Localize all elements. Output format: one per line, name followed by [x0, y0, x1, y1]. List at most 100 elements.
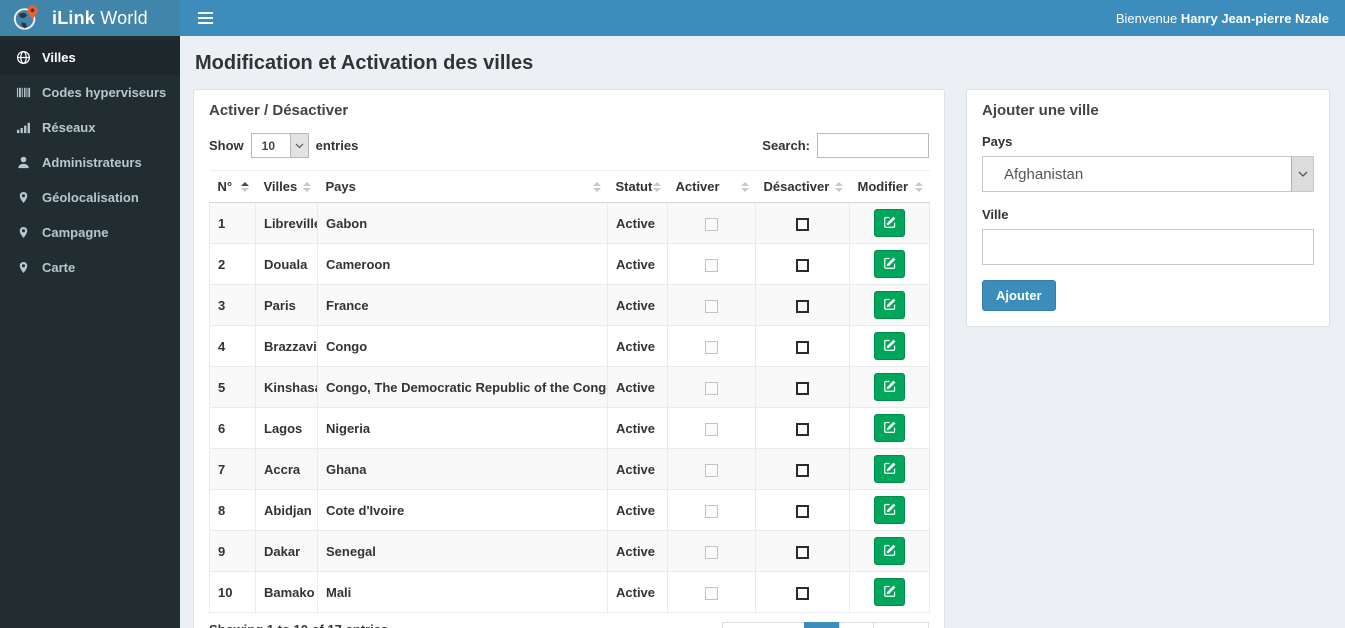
edit-icon [883, 543, 897, 560]
pagination-page-2[interactable]: 2 [838, 622, 874, 628]
sidebar-item-villes[interactable]: Villes [0, 40, 180, 75]
panel-title: Ajouter une ville [982, 102, 1099, 119]
top-navbar: iLink World Bienvenue Hanry Jean-pierre … [0, 0, 1345, 36]
cell-pays: Nigeria [317, 407, 608, 449]
sidebar-item-campagne[interactable]: Campagne [0, 215, 180, 250]
edit-button[interactable] [874, 373, 905, 401]
edit-icon [883, 215, 897, 232]
ajouter-button[interactable]: Ajouter [982, 280, 1056, 311]
edit-button[interactable] [874, 291, 905, 319]
column-header-desactiver[interactable]: Désactiver [755, 170, 850, 203]
entries-per-page-select[interactable]: 10 [251, 134, 290, 157]
table-row: 8 Abidjan Cote d'Ivoire Active [209, 489, 930, 531]
desactiver-checkbox[interactable] [796, 217, 809, 231]
edit-button[interactable] [874, 250, 905, 278]
sidebar-item-label: Réseaux [42, 120, 96, 135]
pagination-page-1[interactable]: 1 [804, 622, 840, 628]
table-header-row: N° Villes Pays Statut Activer Désactiver Modif… [209, 170, 930, 203]
sidebar-item-label: Codes hyperviseurs [42, 85, 167, 100]
sidebar-item-geolocalisation[interactable]: Géolocalisation [0, 180, 180, 215]
cell-ville: Dakar [255, 530, 318, 572]
sidebar-item-label: Géolocalisation [42, 190, 139, 205]
edit-button[interactable] [874, 496, 905, 524]
search-input[interactable] [817, 133, 929, 158]
sidebar-item-carte[interactable]: Carte [0, 250, 180, 285]
activer-checkbox [705, 340, 718, 354]
cell-num: 2 [209, 243, 256, 285]
desactiver-checkbox[interactable] [796, 545, 809, 559]
table-row: 10 Bamako Mali Active [209, 571, 930, 613]
sidebar-item-reseaux[interactable]: Réseaux [0, 110, 180, 145]
cell-desactiver [755, 284, 850, 326]
cell-ville: Kinshasa [255, 366, 318, 408]
sort-icon [240, 181, 249, 192]
map-marker-icon [15, 260, 31, 275]
desactiver-checkbox[interactable] [796, 422, 809, 436]
column-header-activer[interactable]: Activer [667, 170, 756, 203]
edit-button[interactable] [874, 455, 905, 483]
column-label: Désactiver [763, 179, 830, 194]
sidebar-item-administrateurs[interactable]: Administrateurs [0, 145, 180, 180]
cell-desactiver [755, 243, 850, 285]
edit-icon [883, 420, 897, 437]
edit-button[interactable] [874, 537, 905, 565]
user-icon [15, 155, 31, 170]
cell-statut: Active [607, 530, 668, 572]
chevron-down-icon [1291, 157, 1313, 191]
desactiver-checkbox[interactable] [796, 463, 809, 477]
edit-icon [883, 379, 897, 396]
desactiver-checkbox[interactable] [796, 258, 809, 272]
column-header-villes[interactable]: Villes [255, 170, 318, 203]
cell-ville: Libreville [255, 202, 318, 244]
edit-button[interactable] [874, 332, 905, 360]
edit-button[interactable] [874, 578, 905, 606]
ville-input[interactable] [982, 229, 1314, 265]
cell-activer [667, 530, 756, 572]
desactiver-checkbox[interactable] [796, 381, 809, 395]
activer-checkbox [705, 504, 718, 518]
cell-pays: Cote d'Ivoire [317, 489, 608, 531]
desactiver-checkbox[interactable] [796, 504, 809, 518]
desactiver-checkbox[interactable] [796, 586, 809, 600]
cell-pays: Mali [317, 571, 608, 613]
search-label: Search: [762, 138, 810, 153]
activer-checkbox [705, 586, 718, 600]
sort-icon [740, 181, 749, 192]
map-marker-icon [15, 190, 31, 205]
desactiver-checkbox[interactable] [796, 299, 809, 313]
sidebar-item-label: Administrateurs [42, 155, 142, 170]
sidebar-item-codes-hyperviseurs[interactable]: Codes hyperviseurs [0, 75, 180, 110]
cell-activer [667, 571, 756, 613]
cell-ville: Abidjan [255, 489, 318, 531]
column-label: Modifier [857, 179, 909, 194]
cell-modifier [849, 407, 930, 449]
pagination-next-button[interactable]: Next [872, 622, 929, 628]
column-header-statut[interactable]: Statut [607, 170, 668, 203]
table-body: 1 Libreville Gabon Active 2 Douala Cameroon Act… [209, 202, 930, 613]
column-header-num[interactable]: N° [209, 170, 256, 203]
map-marker-icon [15, 225, 31, 240]
column-header-modifier[interactable]: Modifier [849, 170, 930, 203]
pays-select[interactable]: Afghanistan [983, 157, 1291, 191]
cell-activer [667, 243, 756, 285]
table-search-control: Search: [762, 133, 929, 158]
edit-button[interactable] [874, 414, 905, 442]
sidebar-toggle-hamburger-icon[interactable] [196, 8, 215, 28]
table-row: 4BrazzavilleCongoActive [209, 325, 930, 367]
cell-num: 6 [209, 407, 256, 449]
brand-logo-area[interactable]: iLink World [0, 0, 180, 36]
cell-desactiver [755, 325, 850, 367]
edit-icon [883, 502, 897, 519]
length-label-before: Show [209, 138, 244, 153]
cell-activer [667, 284, 756, 326]
cell-ville: Bamako [255, 571, 318, 613]
edit-button[interactable] [874, 209, 905, 237]
cell-modifier [849, 571, 930, 613]
ajouter-ville-panel: Ajouter une ville Pays Afghanistan Ville… [966, 89, 1330, 327]
column-label: Villes [263, 179, 298, 194]
cell-statut: Active [607, 284, 668, 326]
pagination-previous-button[interactable]: Previous [722, 622, 806, 628]
desactiver-checkbox[interactable] [796, 340, 809, 354]
column-label: N° [217, 179, 233, 194]
column-header-pays[interactable]: Pays [317, 170, 608, 203]
